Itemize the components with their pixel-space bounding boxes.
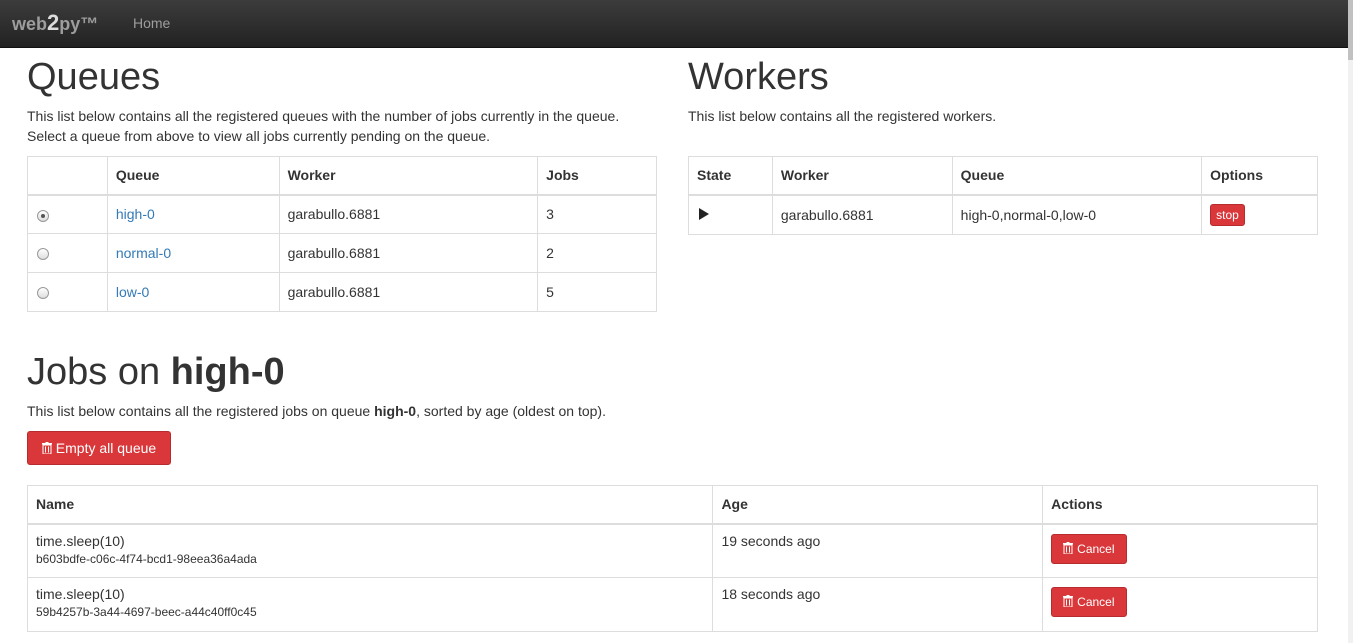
jobs-title-queue: high-0 bbox=[170, 351, 285, 393]
jobs-header-age: Age bbox=[712, 485, 1044, 525]
worker-queues: high-0,normal-0,low-0 bbox=[951, 194, 1203, 235]
queues-description-1: This list below contains all the registe… bbox=[27, 108, 620, 124]
workers-description: This list below contains all the registe… bbox=[688, 108, 997, 124]
brand-prefix: web bbox=[12, 14, 48, 34]
jobs-header-actions: Actions bbox=[1042, 485, 1318, 525]
queue-radio-high-0[interactable] bbox=[37, 209, 49, 222]
job-age: 18 seconds ago bbox=[712, 577, 1044, 632]
workers-header-options: Options bbox=[1201, 156, 1318, 196]
trash-icon bbox=[41, 442, 52, 454]
queue-radio-normal-0[interactable] bbox=[37, 248, 49, 261]
jobs-title-prefix: Jobs on bbox=[27, 351, 171, 393]
queues-header-worker: Worker bbox=[278, 156, 539, 196]
queue-link-low-0[interactable]: low-0 bbox=[116, 284, 149, 300]
scrollbar-thumb[interactable] bbox=[1348, 0, 1353, 60]
queue-jobs-count: 3 bbox=[537, 194, 657, 234]
workers-header-row: State Worker Queue Options bbox=[688, 156, 1318, 196]
nav-home-link[interactable]: Home bbox=[133, 15, 170, 31]
job-age: 19 seconds ago bbox=[712, 523, 1044, 578]
queues-header-queue: Queue bbox=[106, 156, 280, 196]
queue-row: high-0 garabullo.6881 3 bbox=[27, 194, 657, 234]
cancel-label: Cancel bbox=[1077, 541, 1115, 556]
workers-table: State Worker Queue Options garabullo.688… bbox=[688, 156, 1318, 235]
workers-header-queue: Queue bbox=[951, 156, 1203, 196]
jobs-header-row: Name Age Actions bbox=[26, 485, 1318, 525]
queues-description-2: Select a queue from above to view all jo… bbox=[27, 128, 491, 144]
queues-title: Queues bbox=[27, 56, 161, 98]
page-scrollbar[interactable] bbox=[1348, 0, 1353, 643]
queue-link-high-0[interactable]: high-0 bbox=[116, 206, 155, 222]
brand-bold: 2 bbox=[47, 10, 60, 35]
jobs-desc-queue: high-0 bbox=[374, 403, 417, 419]
jobs-desc-prefix: This list below contains all the registe… bbox=[27, 403, 375, 419]
jobs-desc-suffix: , sorted by age (oldest on top). bbox=[416, 403, 606, 419]
stop-worker-button[interactable]: stop bbox=[1210, 203, 1245, 226]
workers-header-worker: Worker bbox=[771, 156, 953, 196]
top-navbar: web2py™ Home bbox=[0, 0, 1348, 48]
queue-worker: garabullo.6881 bbox=[278, 194, 539, 234]
trash-icon bbox=[1063, 595, 1074, 607]
queues-header-select bbox=[27, 156, 108, 196]
empty-all-queue-button[interactable]: Empty all queue bbox=[27, 431, 171, 465]
queue-worker: garabullo.6881 bbox=[278, 233, 539, 273]
empty-all-queue-label: Empty all queue bbox=[55, 440, 157, 456]
workers-title: Workers bbox=[688, 56, 829, 98]
job-name: time.sleep(10) bbox=[36, 532, 125, 549]
brand-logo[interactable]: web2py™ bbox=[12, 10, 98, 36]
cancel-job-button[interactable]: Cancel bbox=[1051, 587, 1127, 617]
cancel-label: Cancel bbox=[1077, 595, 1115, 609]
job-name: time.sleep(10) bbox=[36, 586, 125, 602]
worker-row: garabullo.6881 high-0,normal-0,low-0 sto… bbox=[688, 194, 1318, 235]
queues-table: Queue Worker Jobs high-0 garabullo.6881 … bbox=[27, 156, 657, 312]
brand-suffix: py™ bbox=[59, 14, 99, 34]
trash-icon bbox=[1063, 541, 1074, 554]
queue-row: normal-0 garabullo.6881 2 bbox=[27, 233, 657, 273]
job-id: b603bdfe-c06c-4f74-bcd1-98eea36a4ada bbox=[36, 551, 257, 566]
queue-row: low-0 garabullo.6881 5 bbox=[27, 272, 657, 312]
queue-link-normal-0[interactable]: normal-0 bbox=[116, 245, 171, 261]
jobs-title: Jobs on high-0 bbox=[27, 353, 285, 391]
worker-name: garabullo.6881 bbox=[771, 194, 953, 235]
jobs-table: Name Age Actions time.sleep(10) b603bdfe… bbox=[26, 485, 1318, 632]
job-row: time.sleep(10) b603bdfe-c06c-4f74-bcd1-9… bbox=[26, 523, 1318, 578]
queues-header-jobs: Jobs bbox=[537, 156, 657, 196]
queues-header-row: Queue Worker Jobs bbox=[27, 156, 657, 196]
workers-header-state: State bbox=[688, 156, 773, 196]
queue-jobs-count: 5 bbox=[537, 272, 657, 312]
queue-radio-low-0[interactable] bbox=[37, 287, 49, 300]
cancel-job-button[interactable]: Cancel bbox=[1051, 533, 1127, 564]
queue-worker: garabullo.6881 bbox=[278, 272, 539, 312]
job-id: 59b4257b-3a44-4697-beec-a44c40ff0c45 bbox=[36, 605, 257, 619]
jobs-description: This list below contains all the registe… bbox=[27, 401, 606, 421]
queue-jobs-count: 2 bbox=[537, 233, 657, 273]
job-row: time.sleep(10) 59b4257b-3a44-4697-beec-a… bbox=[26, 577, 1318, 632]
jobs-header-name: Name bbox=[26, 485, 714, 525]
play-icon bbox=[699, 207, 709, 220]
